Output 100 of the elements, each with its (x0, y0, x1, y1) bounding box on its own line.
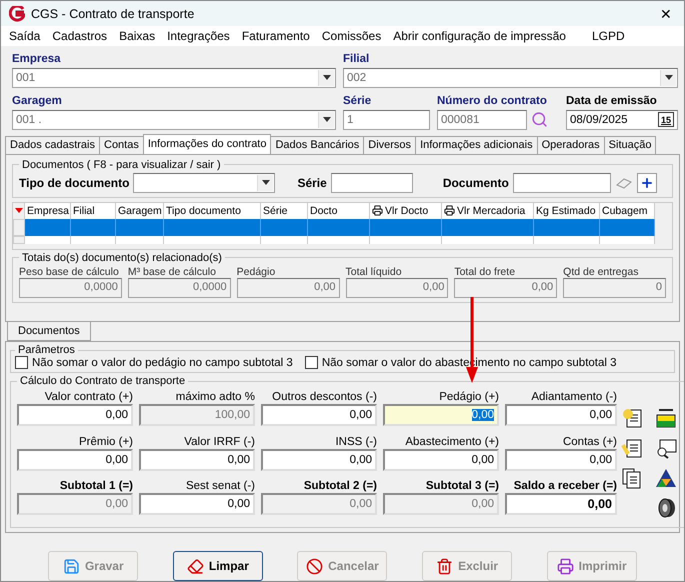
number-field[interactable]: 0,00 (383, 448, 499, 471)
checkbox[interactable] (15, 356, 28, 370)
column-header[interactable]: Tipo documento (164, 202, 261, 219)
number-field[interactable]: 0,00 (505, 404, 617, 426)
dropdown-arrow-icon (664, 75, 672, 80)
field-label: Contas (+) (562, 434, 617, 449)
dropdown-arrow-icon (262, 180, 270, 186)
number-field[interactable]: 0,00 (505, 448, 617, 471)
field-label: Número do contrato (437, 94, 548, 108)
number-field[interactable]: 0,00 (139, 493, 255, 516)
field-label: Prêmio (+) (79, 434, 133, 449)
field-label: Saldo a receber (=) (514, 479, 617, 494)
calendar-button[interactable]: 15 (658, 112, 674, 128)
column-header[interactable]: Garagem (116, 202, 164, 219)
column-header[interactable]: Kg Estimado (534, 202, 600, 219)
number-field[interactable]: 0,00 (383, 404, 499, 426)
field-label: Pedágio (236, 266, 276, 278)
field-label: Empresa (12, 52, 62, 66)
dropdown-arrow-icon (322, 75, 330, 80)
dropdown-field[interactable]: 002 (343, 68, 678, 88)
field-label: Documento (442, 176, 509, 190)
dropdown-field[interactable] (133, 172, 276, 193)
field-label: Total do frete (454, 266, 516, 278)
action-button[interactable]: Limpar (172, 551, 263, 581)
field-label: Valor IRRF (-) (184, 434, 255, 449)
input-field[interactable] (330, 172, 413, 193)
checkbox-label: Não somar o valor do pedágio no campo subtotal 3 (32, 356, 293, 369)
readonly-field: 0,0000 (128, 278, 231, 298)
column-header[interactable]: Empresa (25, 202, 71, 219)
tab[interactable]: Dados cadastrais (5, 136, 100, 154)
column-header[interactable]: Vlr Mercadoria (442, 202, 534, 219)
field-label: Filial (343, 52, 370, 66)
field-label: INSS (-) (335, 434, 377, 449)
document-edit-icon[interactable] (621, 407, 643, 430)
number-field[interactable]: 0,00 (17, 404, 133, 426)
menu-item[interactable]: Saída (3, 28, 46, 43)
field-label: Pedágio (+) (439, 390, 499, 404)
app-logo-icon (9, 6, 25, 22)
readonly-field: 0,0000 (19, 278, 122, 298)
plus-icon (640, 176, 654, 190)
date-field[interactable]: 08/09/2025 15 (566, 110, 678, 130)
column-header[interactable]: Filial (71, 202, 116, 219)
menu-item[interactable]: Cadastros (46, 28, 114, 43)
documents-icon[interactable] (621, 467, 643, 490)
menu-item[interactable]: Abrir configuração de impressão (387, 28, 572, 43)
sort-indicator-icon (14, 208, 22, 214)
dropdown-field[interactable]: 001 (12, 68, 336, 88)
printer-icon (372, 205, 383, 216)
field-label: Qtd de entregas (563, 266, 640, 278)
field-label: máximo adto % (176, 390, 255, 404)
number-field[interactable]: 0,00 (139, 448, 255, 471)
field-label: Série (343, 94, 372, 108)
menu-item[interactable]: Faturamento (236, 28, 316, 43)
add-button[interactable] (636, 172, 657, 193)
column-header[interactable]: Vlr Docto (370, 202, 442, 219)
document-edit-icon[interactable] (621, 437, 643, 460)
menu-item[interactable]: Baixas (113, 28, 162, 43)
column-header[interactable]: Série (261, 202, 308, 219)
field-label: Subtotal 2 (=) (304, 479, 377, 494)
group-title: Totais do(s) documento(s) relacionado(s) (21, 252, 223, 264)
tab[interactable]: Situação (604, 136, 656, 154)
number-field[interactable]: 0,00 (505, 493, 617, 516)
card-icon[interactable] (655, 407, 677, 430)
number-field[interactable]: 0,00 (17, 448, 133, 471)
field-label: Subtotal 1 (=) (60, 479, 133, 494)
field-label: Abastecimento (+) (405, 434, 499, 449)
column-header[interactable]: Docto (308, 202, 370, 219)
number-field[interactable]: 0,00 (261, 404, 377, 426)
dropdown-field[interactable]: 001 . (12, 110, 336, 130)
cancel-icon (306, 558, 324, 575)
field-label: Data de emissão (566, 94, 658, 108)
window-title: CGS - Contrato de transporte (31, 6, 196, 21)
dropdown-arrow-icon (322, 117, 330, 122)
menu-item[interactable]: Comissões (316, 28, 388, 43)
checkbox[interactable] (304, 356, 318, 370)
menu-item[interactable]: LGPD (586, 28, 631, 43)
field-label: Valor contrato (+) (44, 390, 133, 404)
group-title: Documentos ( F8 - para visualizar / sair ) (21, 158, 222, 171)
search-icon[interactable] (531, 111, 548, 128)
field-label: Adiantamento (-) (531, 390, 617, 404)
printer-icon (556, 558, 574, 575)
input-field[interactable] (512, 172, 611, 193)
tab[interactable]: Documentos (7, 322, 91, 342)
tab[interactable]: Informações do contrato (142, 134, 272, 154)
field-label: Série (297, 176, 327, 190)
input-field[interactable]: 1 (343, 110, 430, 130)
printer-icon (444, 205, 455, 216)
field-label: Tipo de documento (19, 176, 130, 190)
close-button[interactable]: ✕ (656, 6, 676, 22)
menu-item[interactable]: Integrações (161, 28, 236, 43)
readonly-field: 0,00 (454, 278, 558, 298)
input-field[interactable]: 000081 (437, 110, 527, 130)
field-label: Peso base de cálculo (19, 266, 120, 278)
magnifier-screen-icon[interactable] (655, 437, 677, 460)
group-title: Parâmetros (17, 344, 76, 356)
readonly-field: 0,00 (236, 278, 340, 298)
column-header[interactable]: Cubagem (600, 202, 655, 219)
number-field[interactable]: 0,00 (261, 448, 377, 471)
trash-icon (436, 558, 454, 575)
triangle-logo-icon[interactable] (655, 467, 677, 490)
